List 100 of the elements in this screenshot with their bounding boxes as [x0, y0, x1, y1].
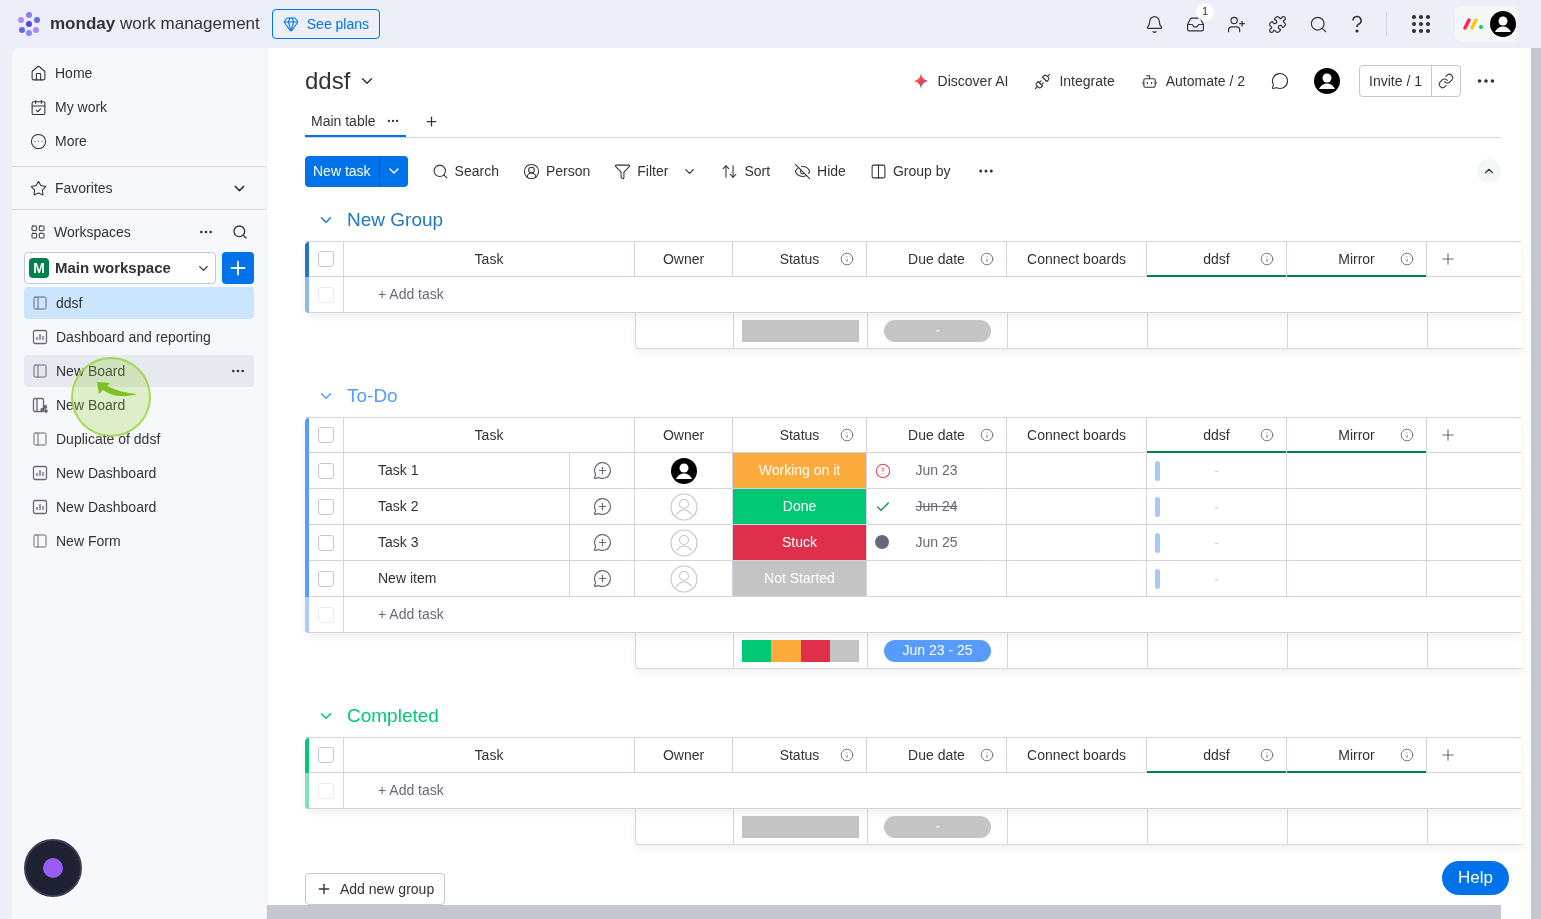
- column-header[interactable]: Mirror: [1338, 744, 1375, 766]
- add-task-input[interactable]: + Add task: [378, 780, 444, 801]
- column-header[interactable]: Connect boards: [1027, 744, 1126, 766]
- column-header[interactable]: Mirror: [1338, 424, 1375, 446]
- invite-members-icon[interactable]: [1227, 14, 1246, 34]
- empty-cell[interactable]: [1007, 489, 1147, 525]
- row-checkbox[interactable]: [318, 534, 334, 551]
- column-header[interactable]: Task: [474, 248, 504, 270]
- nav-item[interactable]: My work: [20, 90, 258, 124]
- scrollbar[interactable]: [1531, 48, 1541, 919]
- help-button[interactable]: Help: [1442, 861, 1509, 895]
- action-button[interactable]: Discover AI: [911, 70, 1009, 92]
- assistant-button[interactable]: [24, 839, 82, 897]
- board-item[interactable]: New Dashboard: [24, 491, 254, 523]
- avatar-icon[interactable]: [1489, 10, 1517, 38]
- board-item[interactable]: Duplicate of ddsf: [24, 423, 254, 455]
- column-header[interactable]: Owner: [662, 248, 705, 270]
- add-task-input[interactable]: + Add task: [378, 284, 444, 305]
- row-checkbox[interactable]: [318, 570, 334, 587]
- column-header[interactable]: ddsf: [1203, 744, 1230, 766]
- row-checkbox[interactable]: [318, 427, 334, 443]
- column-header[interactable]: Connect boards: [1027, 424, 1126, 446]
- column-header[interactable]: Status: [779, 744, 820, 766]
- avatar-icon[interactable]: [669, 456, 698, 485]
- empty-cell[interactable]: [1287, 489, 1427, 525]
- empty-cell[interactable]: [1287, 561, 1427, 597]
- notifications-icon[interactable]: [1145, 14, 1164, 34]
- column-header[interactable]: Due date: [908, 248, 965, 270]
- view-tab[interactable]: Main table: [305, 107, 406, 137]
- toolbar-button[interactable]: Hide: [794, 160, 846, 182]
- board-item[interactable]: Dashboard and reporting: [24, 321, 254, 353]
- favorites-item[interactable]: Favorites: [20, 171, 258, 205]
- add-update-icon[interactable]: [592, 533, 612, 552]
- workspace-selector[interactable]: M Main workspace: [24, 252, 216, 284]
- board-item[interactable]: New Board: [24, 355, 254, 387]
- empty-cell[interactable]: [1287, 525, 1427, 561]
- date-cell[interactable]: Jun 24: [867, 489, 1007, 525]
- group-title[interactable]: New Group: [347, 205, 444, 235]
- empty-cell[interactable]: [1007, 453, 1147, 489]
- toolbar-button[interactable]: Group by: [869, 160, 951, 182]
- column-header[interactable]: Mirror: [1338, 248, 1375, 270]
- add-update-icon[interactable]: [592, 461, 612, 480]
- date-cell[interactable]: [867, 561, 1007, 597]
- status-cell[interactable]: Stuck: [733, 525, 867, 561]
- date-cell[interactable]: Jun 23: [867, 453, 1007, 489]
- add-task-input[interactable]: + Add task: [378, 604, 444, 625]
- board-item[interactable]: New Form: [24, 525, 254, 557]
- scrollbar[interactable]: [267, 905, 1501, 919]
- see-plans-button[interactable]: See plans: [271, 9, 381, 39]
- nav-item[interactable]: Home: [20, 56, 258, 90]
- column-header[interactable]: Status: [779, 248, 820, 270]
- task-name[interactable]: New item: [344, 568, 569, 589]
- column-header[interactable]: Due date: [908, 424, 965, 446]
- task-name[interactable]: Task 1: [344, 460, 569, 481]
- apps-icon[interactable]: [1409, 12, 1433, 36]
- column-header[interactable]: ddsf: [1203, 424, 1230, 446]
- column-header[interactable]: Connect boards: [1027, 248, 1126, 270]
- nav-item[interactable]: More: [20, 124, 258, 158]
- row-checkbox[interactable]: [318, 251, 334, 267]
- toolbar-button[interactable]: Sort: [721, 160, 771, 182]
- add-button[interactable]: [222, 252, 254, 284]
- action-button[interactable]: Integrate: [1034, 70, 1115, 92]
- toolbar-button[interactable]: Person: [522, 160, 591, 182]
- search-icon[interactable]: [1309, 14, 1328, 34]
- comment-icon[interactable]: [1271, 72, 1290, 90]
- puzzle-icon[interactable]: [1268, 14, 1287, 34]
- column-header[interactable]: Status: [779, 424, 820, 446]
- column-header[interactable]: Owner: [662, 424, 705, 446]
- row-checkbox[interactable]: [318, 747, 334, 763]
- task-name[interactable]: Task 3: [344, 532, 569, 553]
- toolbar-button[interactable]: Filter: [614, 160, 669, 182]
- add-view-icon[interactable]: [423, 114, 439, 129]
- board-item[interactable]: ddsf: [24, 287, 254, 319]
- add-update-icon[interactable]: [592, 569, 612, 588]
- add-update-icon[interactable]: [592, 497, 612, 516]
- empty-cell[interactable]: [1287, 453, 1427, 489]
- empty-cell[interactable]: [1007, 525, 1147, 561]
- logo-icon: [16, 11, 42, 37]
- task-name[interactable]: Task 2: [344, 496, 569, 517]
- search-icon[interactable]: [232, 224, 248, 240]
- empty-cell[interactable]: [1007, 561, 1147, 597]
- column-header[interactable]: Task: [474, 744, 504, 766]
- add-group-button[interactable]: Add new group: [305, 873, 446, 905]
- row-checkbox[interactable]: [318, 462, 334, 479]
- column-header[interactable]: Owner: [662, 744, 705, 766]
- toolbar-button[interactable]: Search: [431, 160, 499, 182]
- board-title[interactable]: ddsf: [305, 63, 351, 99]
- row-checkbox[interactable]: [318, 498, 334, 515]
- column-header[interactable]: Task: [474, 424, 504, 446]
- column-header[interactable]: ddsf: [1203, 248, 1230, 270]
- help-icon[interactable]: [1350, 14, 1364, 34]
- board-icon: [32, 295, 48, 311]
- avatar-icon[interactable]: [1313, 67, 1342, 95]
- column-header[interactable]: Due date: [908, 744, 965, 766]
- collapse-button[interactable]: [1477, 159, 1501, 183]
- board-item[interactable]: New Dashboard: [24, 457, 254, 489]
- action-button[interactable]: Automate / 2: [1140, 70, 1246, 92]
- workspace-name: Main workspace: [55, 257, 172, 278]
- date-cell[interactable]: Jun 25: [867, 525, 1007, 561]
- empty-value: -: [1214, 462, 1219, 480]
